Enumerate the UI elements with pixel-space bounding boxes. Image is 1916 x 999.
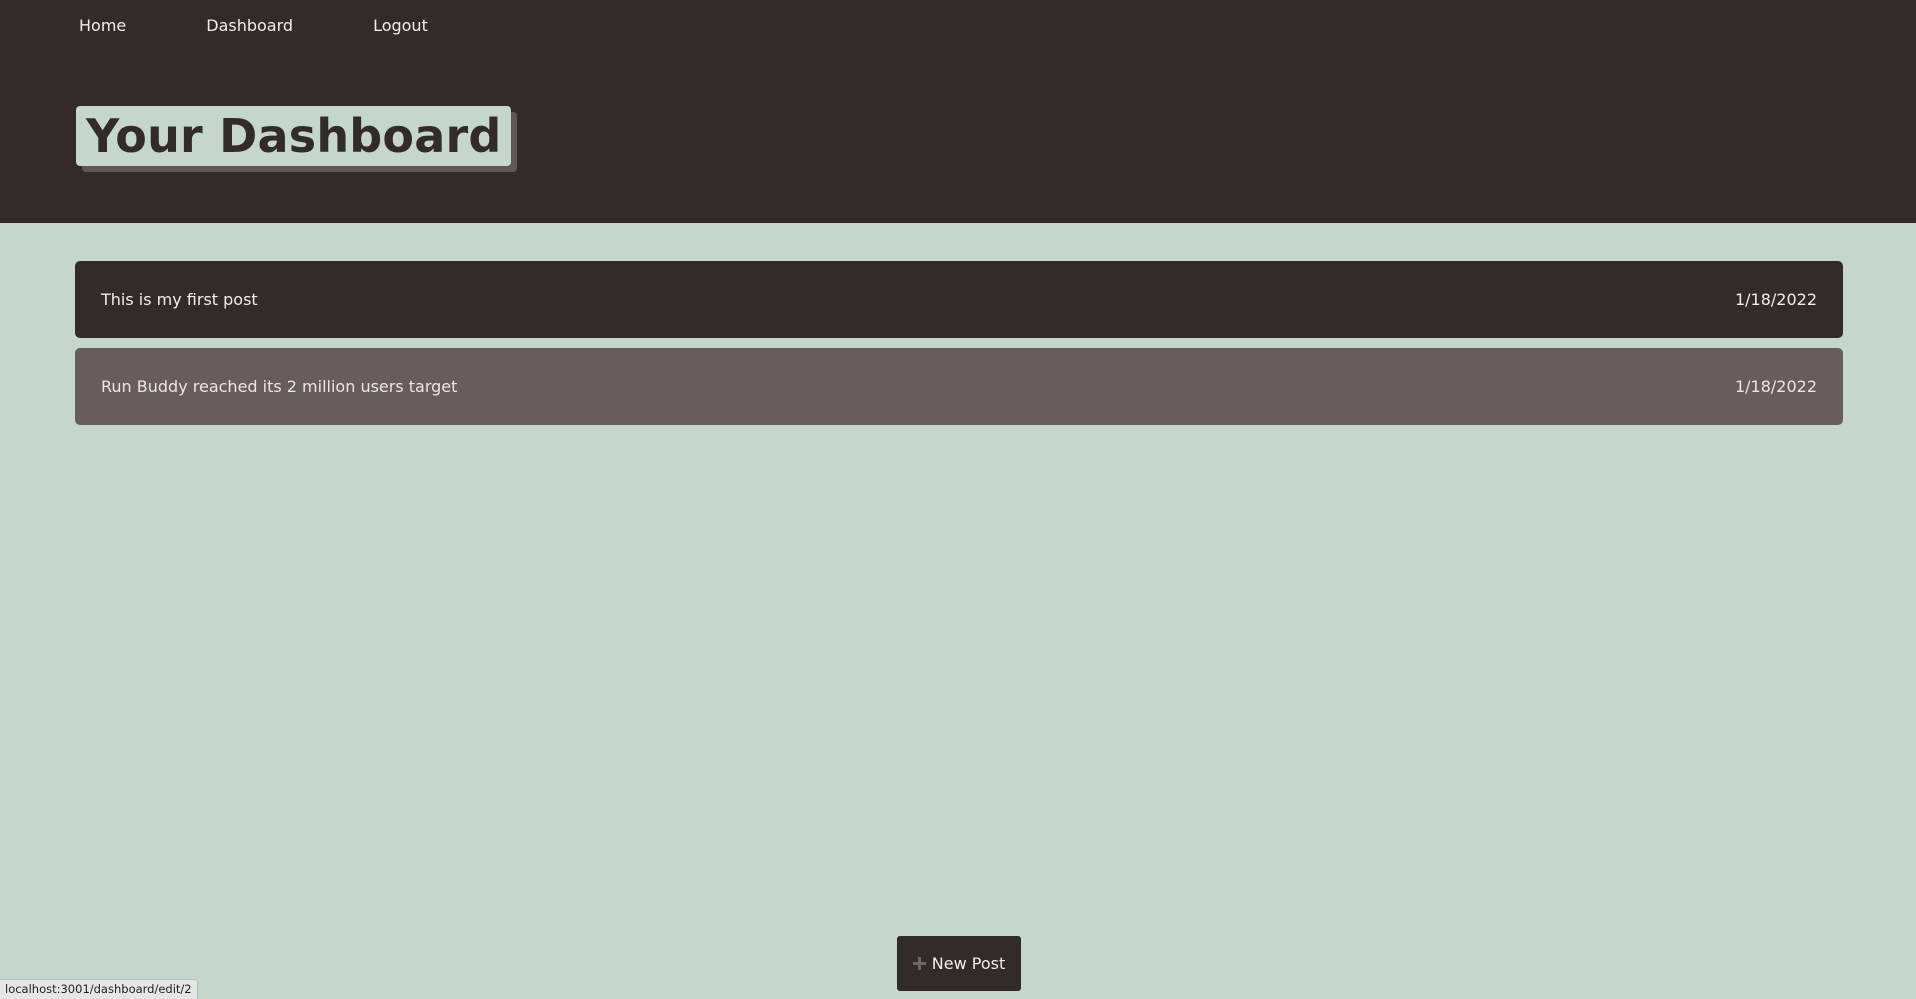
page-title: Your Dashboard [86, 109, 502, 163]
browser-status-bar: localhost:3001/dashboard/edit/2 [0, 979, 198, 999]
nav-logout-link[interactable]: Logout [373, 16, 428, 36]
main-nav: Home Dashboard Logout [79, 16, 428, 36]
page-title-box: Your Dashboard [76, 106, 512, 166]
plus-icon [912, 957, 926, 970]
nav-dashboard-link[interactable]: Dashboard [206, 16, 293, 36]
post-date: 1/18/2022 [1734, 289, 1817, 309]
post-title: Run Buddy reached its 2 million users ta… [101, 376, 458, 396]
post-list: This is my first post 1/18/2022 Run Budd… [75, 261, 1843, 435]
site-header: Home Dashboard Logout Your Dashboard [0, 0, 1916, 223]
nav-home-link[interactable]: Home [79, 16, 126, 36]
post-title: This is my first post [101, 289, 258, 309]
post-item[interactable]: This is my first post 1/18/2022 [75, 261, 1843, 338]
new-post-label: New Post [931, 954, 1006, 973]
post-item[interactable]: Run Buddy reached its 2 million users ta… [75, 348, 1843, 425]
post-date: 1/18/2022 [1734, 376, 1817, 396]
new-post-button[interactable]: New Post [897, 936, 1021, 991]
